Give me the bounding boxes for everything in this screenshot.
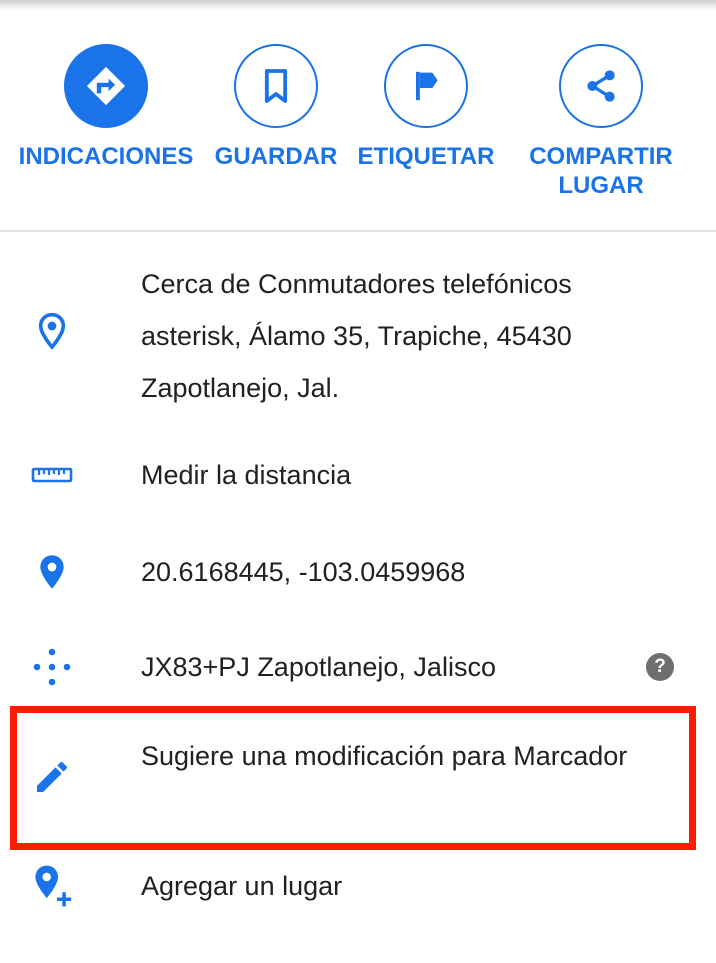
ruler-icon xyxy=(28,451,76,499)
share-place-button[interactable]: COMPARTIR LUGAR xyxy=(526,44,676,200)
measure-distance-text: Medir la distancia xyxy=(141,460,352,490)
flag-icon xyxy=(416,71,438,101)
bookmark-icon xyxy=(264,69,288,103)
divider xyxy=(0,230,716,232)
suggest-edit-row[interactable]: Sugiere una modificación para Marcador xyxy=(0,736,716,820)
directions-button[interactable]: INDICACIONES xyxy=(19,44,193,171)
add-location-icon xyxy=(28,862,76,910)
share-circle[interactable] xyxy=(559,44,643,128)
pencil-icon xyxy=(28,753,76,801)
address-row[interactable]: Cerca de Conmutadores telefónicos asteri… xyxy=(0,258,716,404)
save-button[interactable]: GUARDAR xyxy=(214,44,338,171)
plus-code-icon xyxy=(28,643,76,691)
location-outline-icon xyxy=(28,307,76,355)
suggest-edit-text: Sugiere una modificación para Marcador xyxy=(141,741,628,771)
plus-code-text: JX83+PJ Zapotlanejo, Jalisco xyxy=(141,652,496,682)
label-button[interactable]: ETIQUETAR xyxy=(357,44,495,171)
location-pin-icon xyxy=(28,548,76,596)
save-circle[interactable] xyxy=(234,44,318,128)
directions-icon xyxy=(86,66,126,106)
add-place-row[interactable]: Agregar un lugar xyxy=(0,860,716,912)
coordinates-text: 20.6168445, -103.0459968 xyxy=(141,557,466,587)
directions-circle[interactable] xyxy=(64,44,148,128)
action-bar: INDICACIONES GUARDAR ETIQUETAR COMPARTIR… xyxy=(0,0,716,230)
share-place-label: COMPARTIR LUGAR xyxy=(529,143,673,199)
label-circle[interactable] xyxy=(384,44,468,128)
measure-distance-row[interactable]: Medir la distancia xyxy=(0,450,716,500)
directions-label: INDICACIONES xyxy=(18,143,194,170)
add-place-text: Agregar un lugar xyxy=(141,871,343,901)
coordinates-row[interactable]: 20.6168445, -103.0459968 xyxy=(0,547,716,597)
plus-code-row[interactable]: JX83+PJ Zapotlanejo, Jalisco ? xyxy=(0,642,716,692)
address-text: Cerca de Conmutadores telefónicos asteri… xyxy=(141,269,572,403)
save-label: GUARDAR xyxy=(214,143,338,170)
share-icon xyxy=(587,70,615,102)
label-label: ETIQUETAR xyxy=(357,143,495,170)
help-icon[interactable]: ? xyxy=(646,653,674,681)
